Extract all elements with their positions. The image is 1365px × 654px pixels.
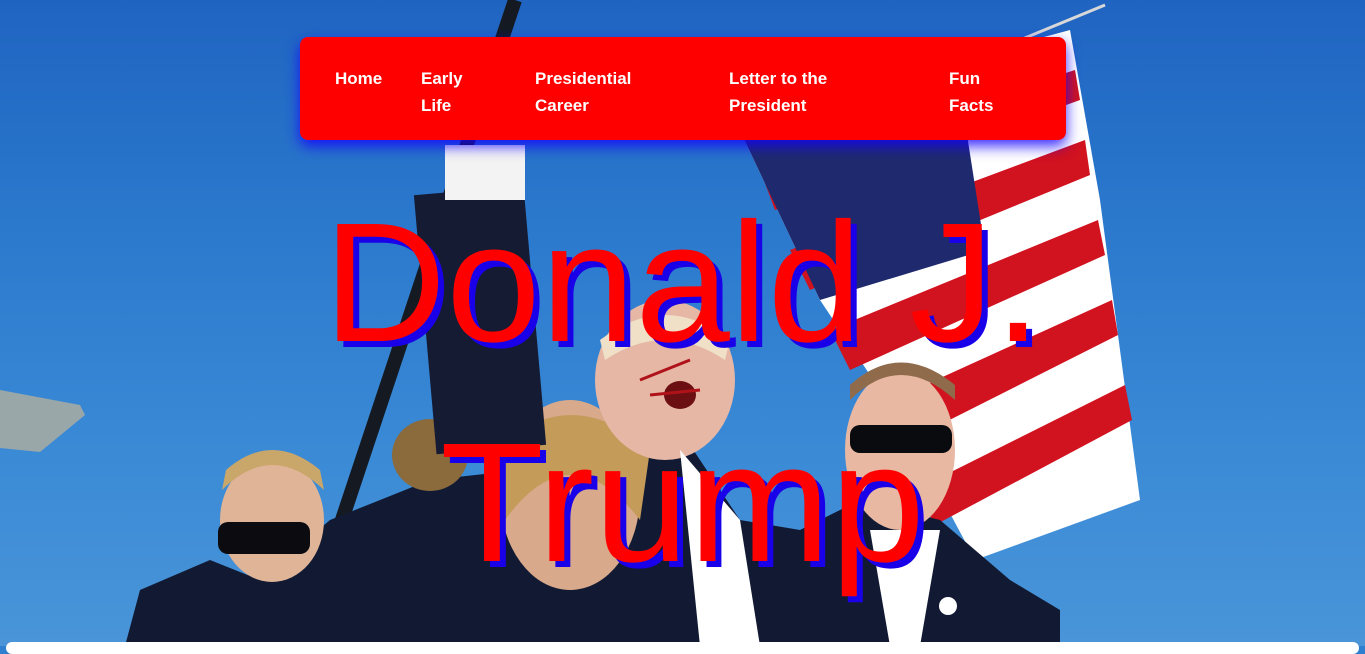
lapel-pin xyxy=(939,597,957,615)
main-navigation: Home Early Life Presidential Career Lett… xyxy=(300,37,1066,140)
nav-link-early-life[interactable]: Early Life xyxy=(421,65,463,119)
nav-link-label-line1: Letter to the xyxy=(729,69,828,88)
nav-link-label-line1: Presidential xyxy=(535,69,632,88)
hero-title-line-2: Trump xyxy=(440,408,925,598)
nav-link-label-line1: Early xyxy=(421,69,463,88)
hero-title-line-1: Donald J. xyxy=(323,188,1042,378)
nav-link-label-line2: Facts xyxy=(949,96,994,115)
nav-link-letter-to-the-president[interactable]: Letter to the President xyxy=(729,65,827,119)
content-card-edge xyxy=(6,642,1359,654)
nav-link-label-line2: Career xyxy=(535,96,589,115)
nav-link-home[interactable]: Home xyxy=(335,65,382,92)
nav-link-fun-facts[interactable]: Fun Facts xyxy=(949,65,993,119)
nav-link-label-line2: Life xyxy=(421,96,452,115)
nav-link-presidential-career[interactable]: Presidential Career xyxy=(535,65,631,119)
nav-link-label-line1: Fun xyxy=(949,69,981,88)
nav-link-label: Home xyxy=(335,69,383,88)
nav-link-label-line2: President xyxy=(729,96,807,115)
